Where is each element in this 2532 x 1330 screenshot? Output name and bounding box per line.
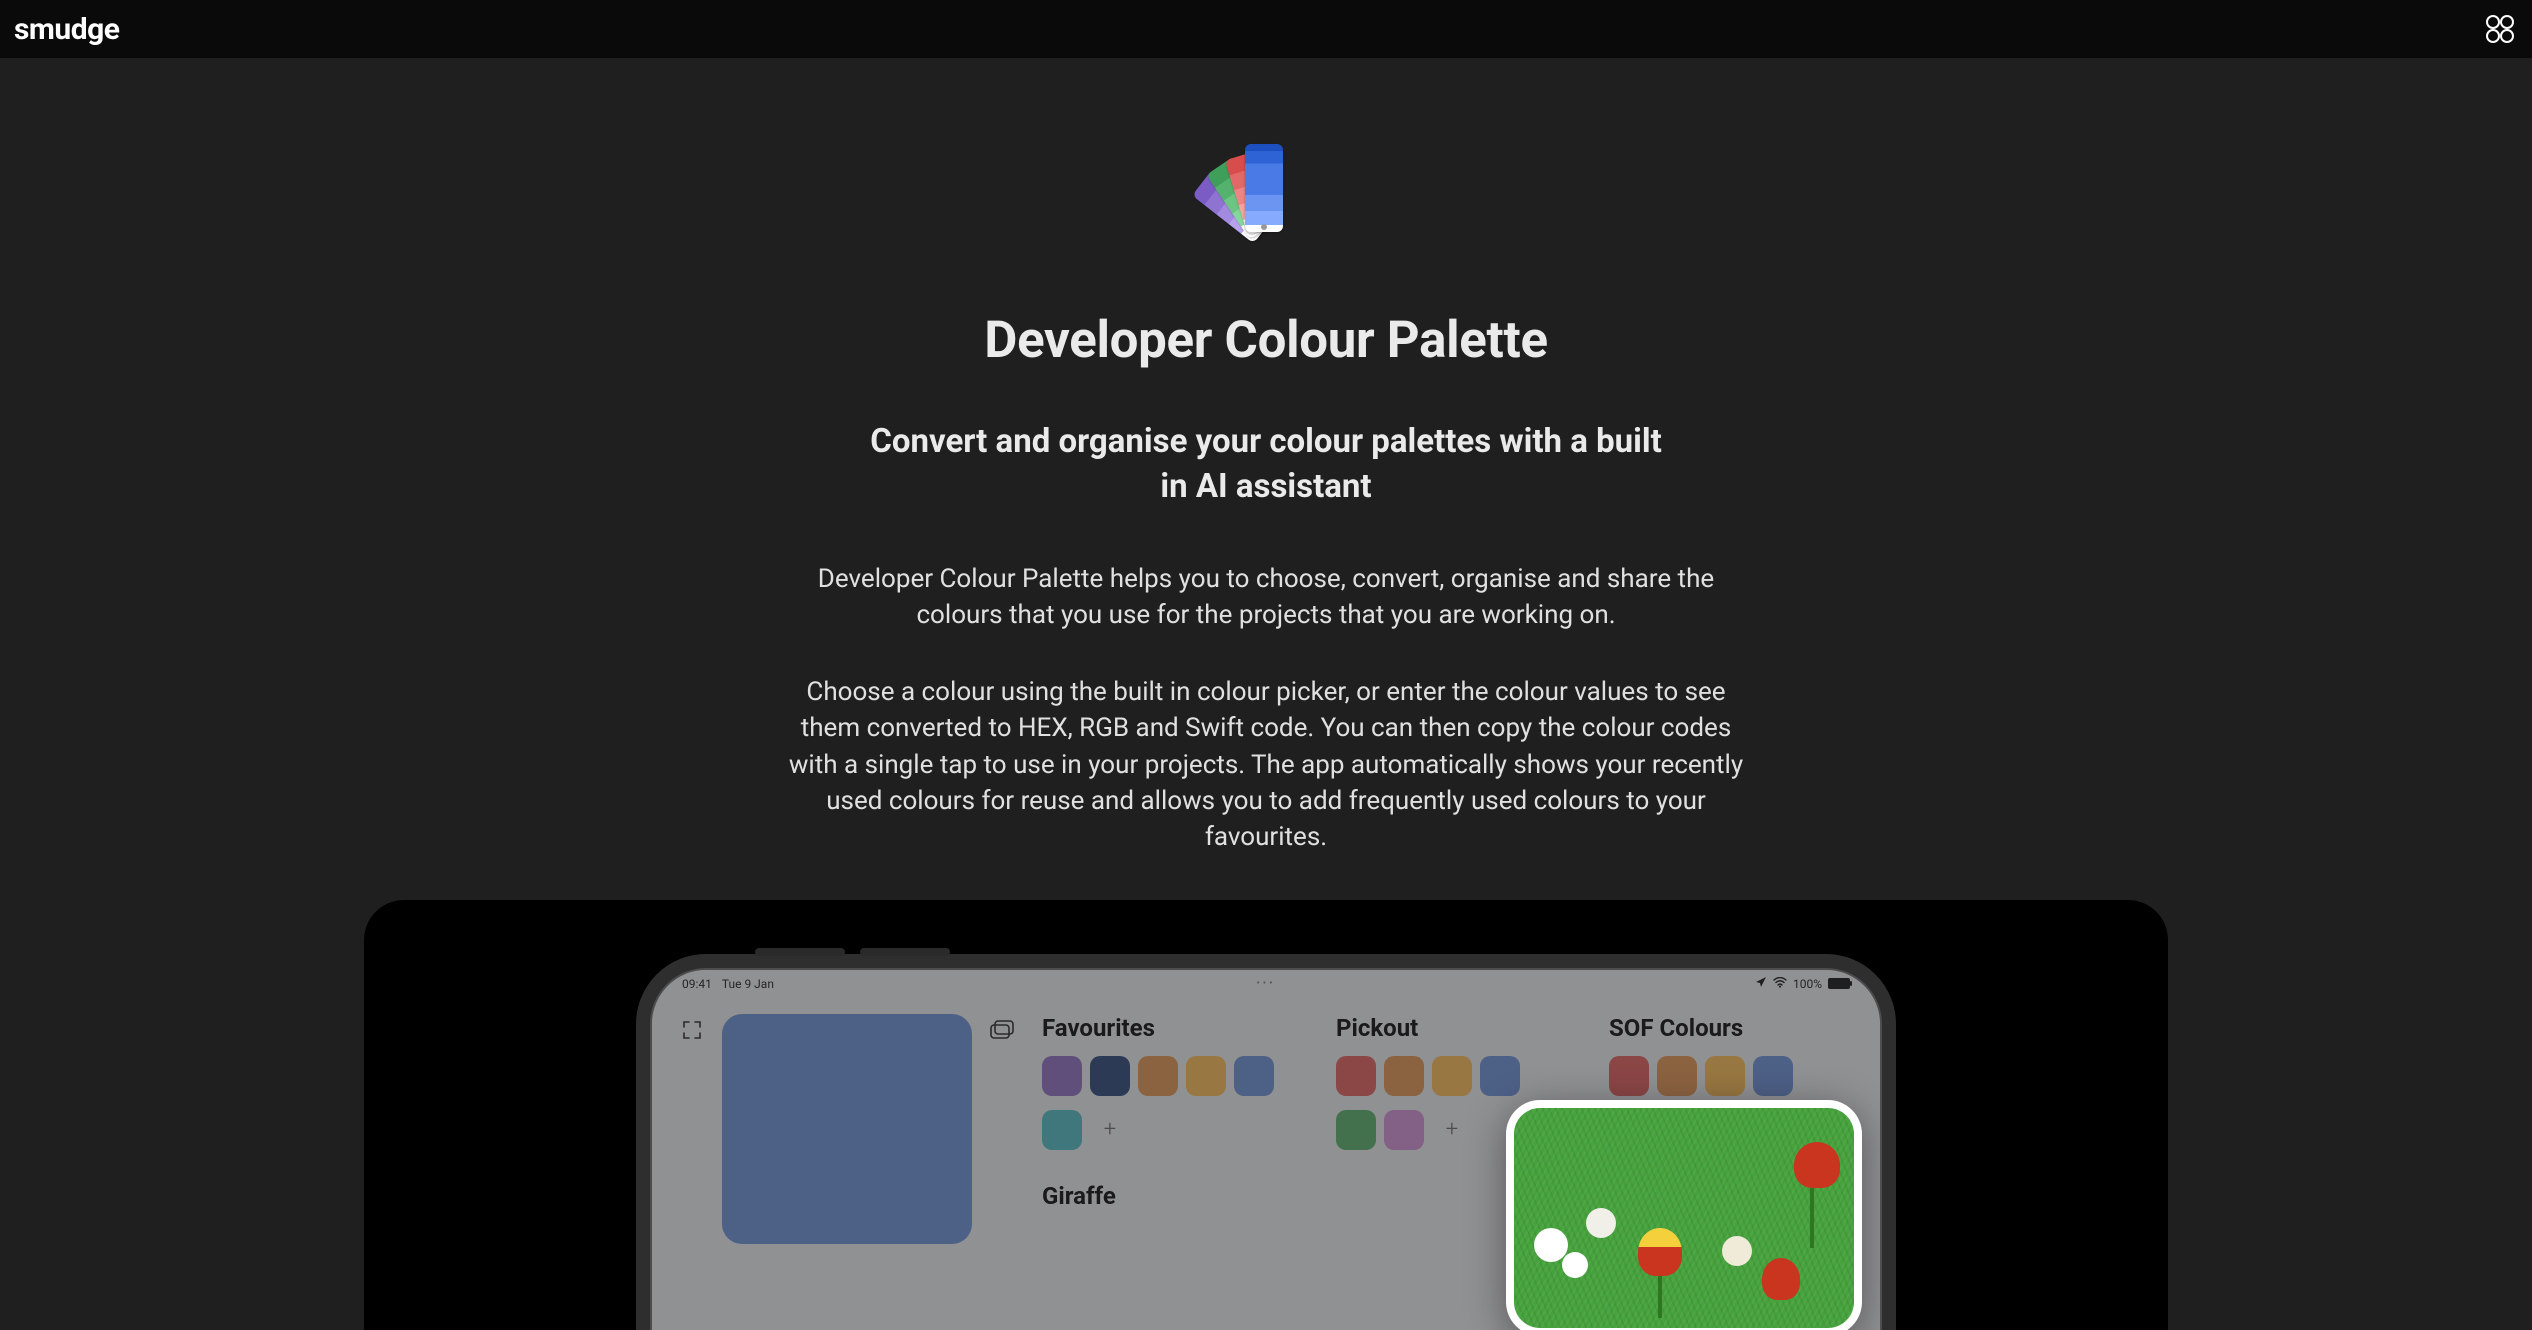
menu-grid-icon[interactable] — [2482, 11, 2518, 47]
left-column — [676, 1014, 1018, 1330]
color-chip[interactable] — [1753, 1056, 1793, 1096]
location-icon — [1755, 976, 1767, 991]
selected-color-swatch[interactable] — [722, 1014, 972, 1244]
multitask-dots-icon: ••• — [1256, 978, 1275, 989]
palette-title: Pickout — [1336, 1014, 1583, 1042]
color-chip[interactable] — [1042, 1056, 1082, 1096]
color-chip[interactable] — [1705, 1056, 1745, 1096]
status-time: 09:41 — [682, 977, 712, 991]
intro-paragraph-2: Choose a colour using the built in colou… — [776, 674, 1756, 856]
intro-paragraph-1: Developer Colour Palette helps you to ch… — [776, 561, 1756, 634]
color-chip[interactable] — [1609, 1056, 1649, 1096]
wifi-icon — [1773, 977, 1787, 991]
main-content: Developer Colour Palette Convert and org… — [0, 0, 2532, 1330]
color-chip[interactable] — [1336, 1056, 1376, 1096]
palette-title: Giraffe — [1042, 1182, 1310, 1210]
color-chip[interactable] — [1234, 1056, 1274, 1096]
color-chip[interactable] — [1384, 1110, 1424, 1150]
page-title: Developer Colour Palette — [984, 311, 1547, 370]
sample-photo[interactable] — [1514, 1108, 1854, 1328]
color-chip[interactable] — [1138, 1056, 1178, 1096]
ipad-volume-down-button — [860, 948, 950, 956]
color-chip[interactable] — [1090, 1056, 1130, 1096]
color-chip[interactable] — [1384, 1056, 1424, 1096]
ipad-volume-up-button — [755, 948, 845, 956]
status-battery-percent: 100% — [1793, 977, 1822, 991]
add-color-button[interactable]: + — [1432, 1110, 1472, 1150]
color-picker-photo-popover[interactable] — [1506, 1100, 1862, 1330]
status-bar: 09:41 Tue 9 Jan ••• 100% — [652, 970, 1880, 998]
color-chip[interactable] — [1336, 1110, 1376, 1150]
color-chip[interactable] — [1042, 1110, 1082, 1150]
ipad-frame: 09:41 Tue 9 Jan ••• 100% — [636, 954, 1896, 1330]
app-icon — [1209, 140, 1324, 255]
page-subtitle: Convert and organise your colour palette… — [866, 420, 1666, 509]
add-color-button[interactable]: + — [1090, 1110, 1130, 1150]
battery-icon — [1828, 978, 1850, 989]
status-date: Tue 9 Jan — [722, 977, 774, 991]
expand-icon[interactable] — [676, 1014, 708, 1046]
palette-title: Favourites — [1042, 1014, 1310, 1042]
color-chip[interactable] — [1432, 1056, 1472, 1096]
color-chip[interactable] — [1480, 1056, 1520, 1096]
ipad-screen: 09:41 Tue 9 Jan ••• 100% — [652, 970, 1880, 1330]
site-header: smudge — [0, 0, 2532, 58]
palette-cards-icon[interactable] — [986, 1014, 1018, 1046]
palette-title: SOF Colours — [1609, 1014, 1856, 1042]
brand-logo[interactable]: smudge — [14, 12, 119, 47]
color-chip[interactable] — [1657, 1056, 1697, 1096]
product-screenshot-panel: 09:41 Tue 9 Jan ••• 100% — [364, 900, 2168, 1330]
palette-favourites: Favourites + — [1042, 1014, 1310, 1330]
color-chip[interactable] — [1186, 1056, 1226, 1096]
